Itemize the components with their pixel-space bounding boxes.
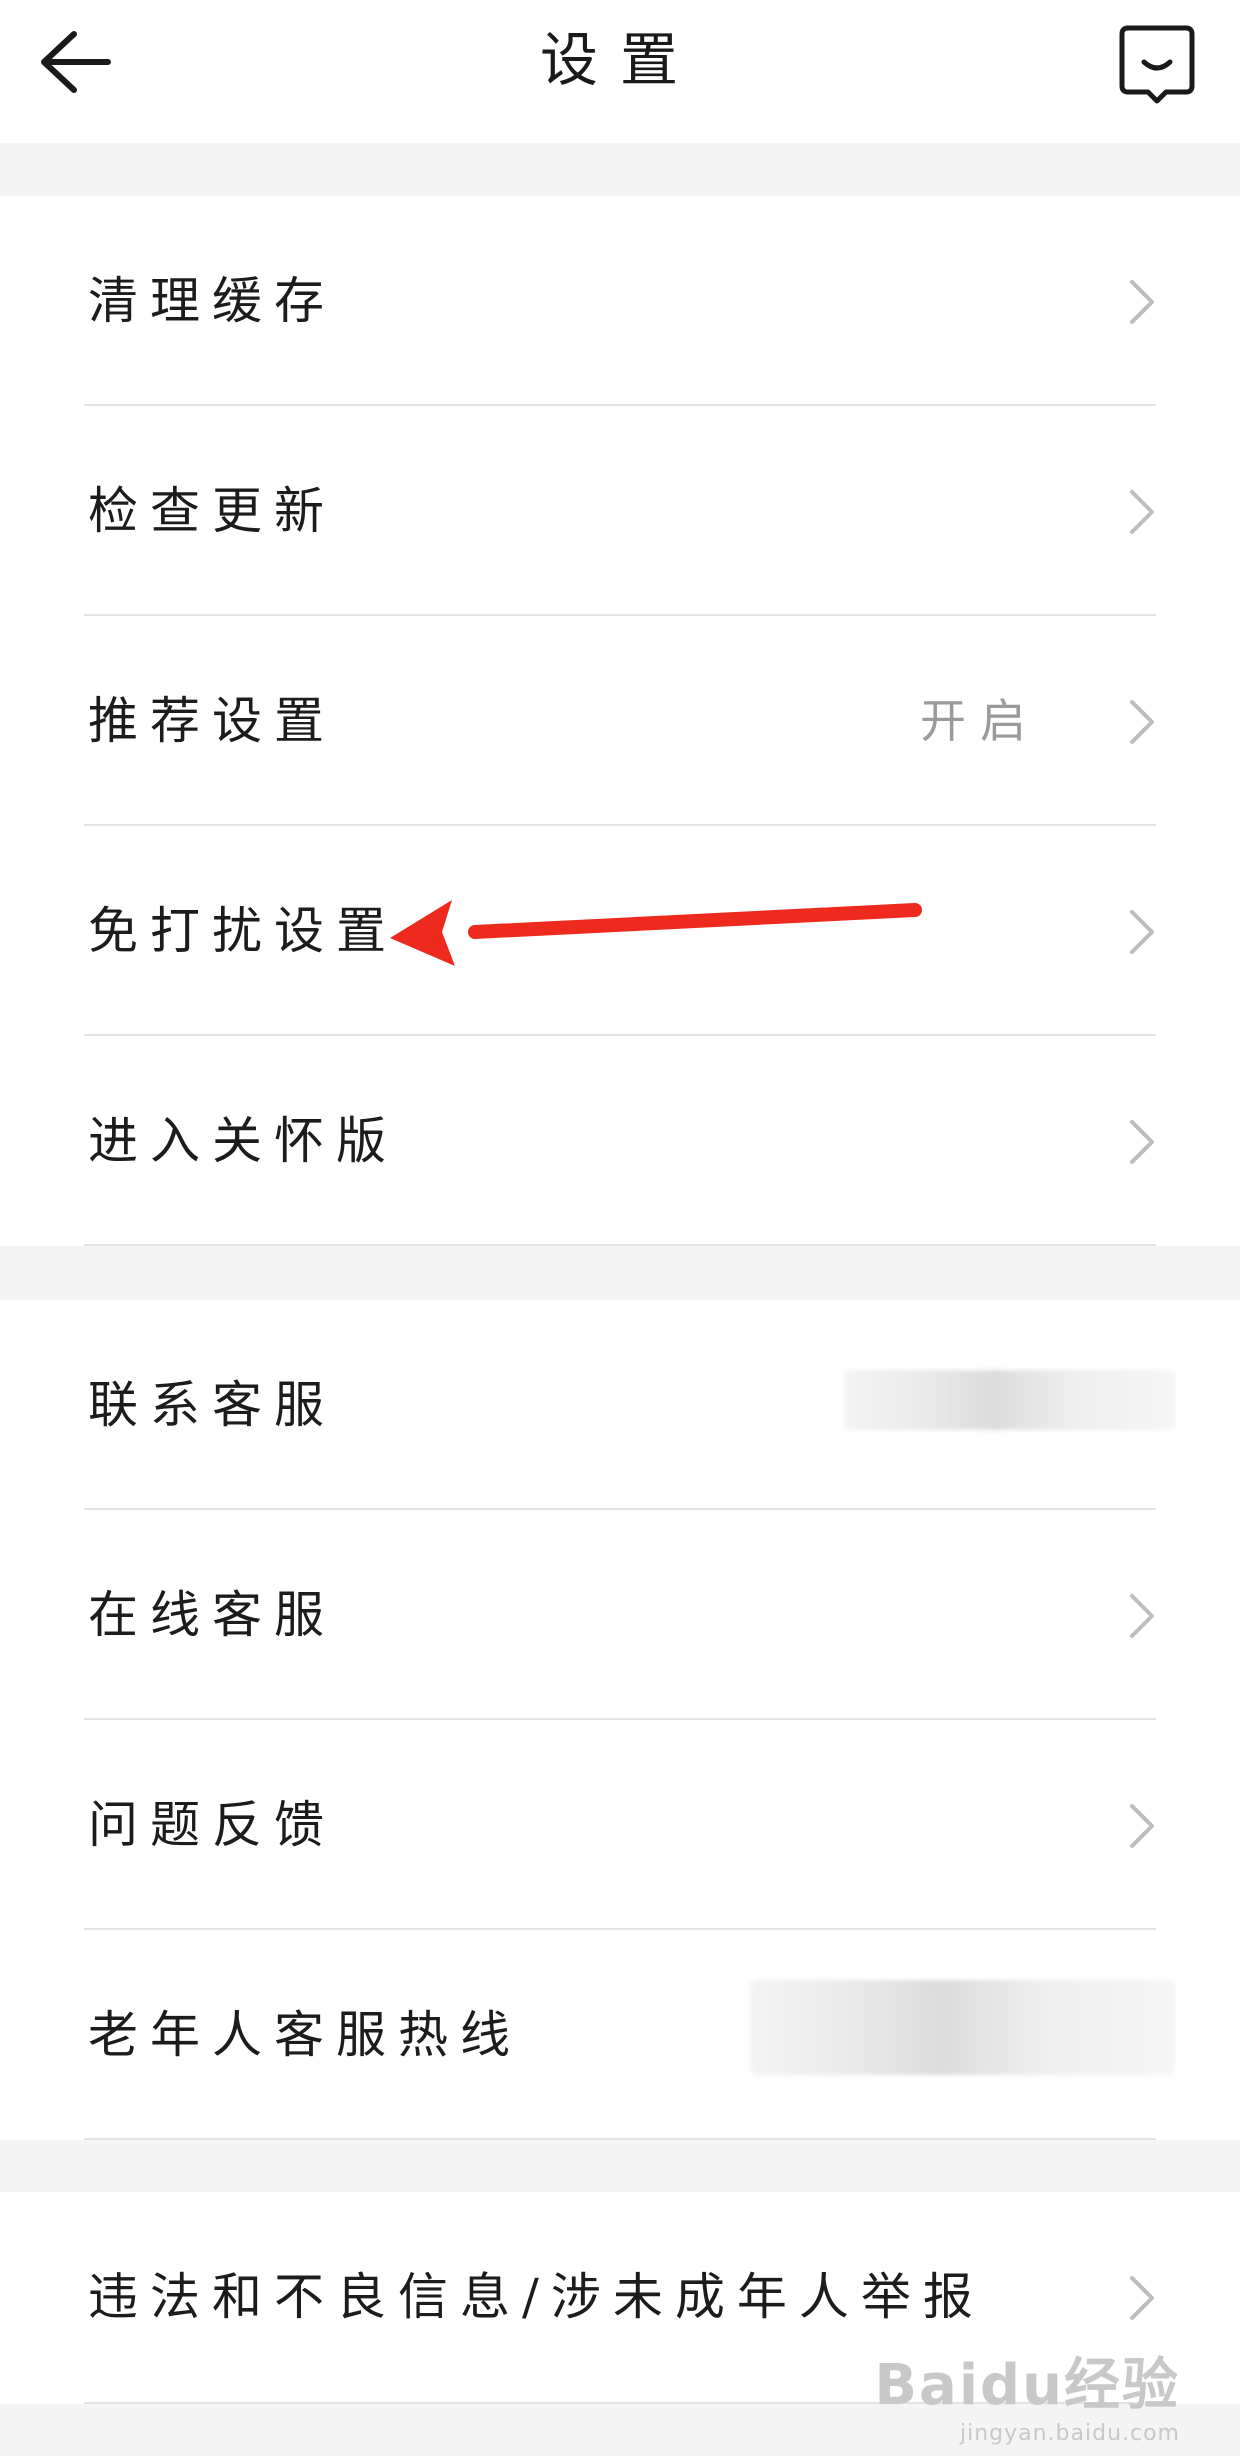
check-update-row[interactable]: 检查更新 — [0, 406, 1240, 616]
row-label: 在线客服 — [88, 1586, 336, 1644]
row-label: 老年人客服热线 — [88, 2006, 522, 2064]
watermark-logo: Baidu经验 — [874, 2353, 1180, 2418]
feedback-row[interactable]: 问题反馈 — [0, 1720, 1240, 1930]
divider — [84, 1244, 1156, 1246]
care-mode-row[interactable]: 进入关怀版 — [0, 1036, 1240, 1246]
chevron-right-icon — [1130, 700, 1154, 744]
message-smile-icon — [1119, 25, 1195, 104]
watermark: Baidu经验 jingyan.baidu.com — [874, 2340, 1180, 2446]
chevron-right-icon — [1130, 1594, 1154, 1638]
row-label: 联系客服 — [88, 1376, 336, 1434]
watermark-url: jingyan.baidu.com — [959, 2421, 1180, 2446]
chevron-right-icon — [1130, 1804, 1154, 1848]
settings-group-general: 清理缓存 检查更新 推荐设置 开启 免打扰设置 进入关怀版 — [0, 196, 1240, 1246]
chevron-right-icon — [1130, 280, 1154, 324]
elderly-hotline-row[interactable]: 老年人客服热线 — [0, 1930, 1240, 2140]
row-label: 清理缓存 — [88, 272, 336, 330]
settings-group-support: 联系客服 在线客服 问题反馈 老年人客服热线 — [0, 1300, 1240, 2140]
recommend-status-value: 开启 — [920, 694, 1040, 748]
chevron-right-icon — [1130, 910, 1154, 954]
row-label: 检查更新 — [88, 482, 336, 540]
chevron-right-icon — [1130, 1120, 1154, 1164]
row-label: 违法和不良信息/涉未成年人举报 — [88, 2268, 985, 2326]
top-bar: 设置 — [0, 0, 1240, 143]
chevron-right-icon — [1130, 490, 1154, 534]
message-button[interactable] — [1110, 20, 1210, 120]
row-label: 问题反馈 — [88, 1796, 336, 1854]
clear-cache-row[interactable]: 清理缓存 — [0, 196, 1240, 406]
recommend-settings-row[interactable]: 推荐设置 开启 — [0, 616, 1240, 826]
online-service-row[interactable]: 在线客服 — [0, 1510, 1240, 1720]
chevron-right-icon — [1130, 2276, 1154, 2320]
annotation-arrow-icon — [390, 900, 922, 966]
blurred-value — [845, 1370, 1175, 1430]
blurred-value — [750, 1980, 1175, 2075]
divider — [84, 2138, 1156, 2140]
page-title: 设置 — [539, 26, 700, 94]
row-label: 进入关怀版 — [88, 1112, 398, 1170]
row-label: 推荐设置 — [88, 692, 336, 750]
contact-service-row[interactable]: 联系客服 — [0, 1300, 1240, 1510]
row-label: 免打扰设置 — [88, 902, 398, 960]
